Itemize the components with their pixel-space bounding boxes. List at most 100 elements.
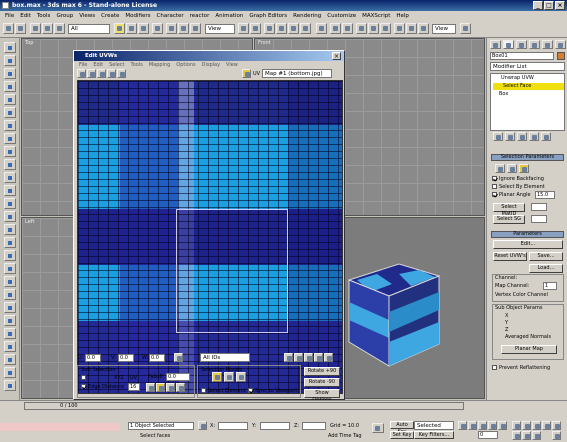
uvw-rotate-icon[interactable] bbox=[87, 69, 96, 78]
tool-icon-25[interactable] bbox=[4, 354, 16, 365]
x-radio[interactable]: X bbox=[505, 313, 508, 319]
window-crossing-icon[interactable] bbox=[152, 23, 163, 34]
motion-tab-icon[interactable] bbox=[529, 40, 540, 49]
maximize-viewport-icon[interactable] bbox=[552, 431, 561, 440]
uvw-ids-dropdown[interactable]: All IDs bbox=[200, 353, 250, 362]
maxscript-listener[interactable] bbox=[0, 423, 120, 431]
falloff-field[interactable]: 0.0 bbox=[166, 373, 190, 381]
pin-stack-icon[interactable] bbox=[493, 132, 503, 141]
tool-icon-13[interactable] bbox=[4, 198, 16, 209]
zoom-all-nav-icon[interactable] bbox=[522, 421, 531, 430]
edit-button[interactable]: Edit... bbox=[493, 240, 563, 249]
undo-icon[interactable] bbox=[3, 23, 14, 34]
edge-distance-checkbox[interactable] bbox=[81, 384, 86, 389]
remove-modifier-icon[interactable] bbox=[529, 132, 539, 141]
tool-icon-27[interactable] bbox=[4, 380, 16, 391]
uvw-zoom-extents-icon[interactable] bbox=[314, 353, 323, 362]
tool-icon-22[interactable] bbox=[4, 315, 16, 326]
tool-icon-1[interactable] bbox=[4, 42, 16, 53]
uvw-menu-options[interactable]: Options bbox=[173, 62, 198, 68]
menu-graph-editors[interactable]: Graph Editors bbox=[246, 13, 290, 19]
x-coord-field[interactable] bbox=[218, 422, 248, 430]
map-channel-radio[interactable]: Map Channel: bbox=[495, 283, 529, 289]
w-field[interactable]: 0.0 bbox=[149, 354, 165, 362]
v-field[interactable]: 0.0 bbox=[118, 354, 134, 362]
redo-icon[interactable] bbox=[15, 23, 26, 34]
box-object[interactable] bbox=[347, 262, 447, 374]
menu-group[interactable]: Group bbox=[53, 13, 76, 19]
key-mode-dropdown[interactable]: Selected bbox=[414, 421, 454, 430]
angle-snap-icon[interactable] bbox=[276, 23, 287, 34]
uvw-close-button[interactable]: × bbox=[332, 52, 341, 60]
render-type-dropdown[interactable]: View bbox=[432, 24, 456, 34]
menu-character[interactable]: Character bbox=[154, 13, 187, 19]
tool-icon-17[interactable] bbox=[4, 250, 16, 261]
planar-map-button[interactable]: Planar Map bbox=[501, 345, 557, 354]
xyz-radio-label[interactable]: XYZ bbox=[114, 375, 124, 381]
planar-angle-checkbox[interactable] bbox=[492, 192, 497, 197]
select-scale-icon[interactable] bbox=[190, 23, 201, 34]
stack-item-select-face[interactable]: Select Face bbox=[493, 83, 564, 90]
falloff-fast-icon[interactable] bbox=[176, 383, 185, 392]
mirror-icon[interactable] bbox=[330, 23, 341, 34]
layer-manager-icon[interactable] bbox=[356, 23, 367, 34]
averaged-normals-radio[interactable]: Averaged Normals bbox=[505, 334, 551, 340]
menu-file[interactable]: File bbox=[2, 13, 17, 19]
stack-item-unwrap-uvw[interactable]: Unwrap UVW bbox=[501, 75, 534, 81]
uvw-mirror-icon[interactable] bbox=[117, 69, 126, 78]
selection-parameters-rollout[interactable]: Selection Parameters bbox=[491, 154, 564, 161]
uvw-menu-edit[interactable]: Edit bbox=[90, 62, 106, 68]
tool-icon-9[interactable] bbox=[4, 146, 16, 157]
vertex-mode-icon[interactable] bbox=[212, 372, 222, 382]
object-name-field[interactable]: Box01 bbox=[490, 52, 554, 60]
vertex-color-radio[interactable]: Vertex Color Channel bbox=[495, 292, 548, 298]
rectangular-selection-icon[interactable] bbox=[138, 23, 149, 34]
menu-create[interactable]: Create bbox=[98, 13, 122, 19]
tool-icon-11[interactable] bbox=[4, 172, 16, 183]
soft-selection-checkbox[interactable] bbox=[81, 375, 86, 380]
select-by-name-icon[interactable] bbox=[126, 23, 137, 34]
load-button[interactable]: Load... bbox=[529, 264, 563, 273]
link-icon[interactable] bbox=[30, 23, 41, 34]
align-icon[interactable] bbox=[342, 23, 353, 34]
current-frame-field[interactable]: 0 bbox=[478, 431, 498, 439]
set-key-button[interactable]: Set Key bbox=[390, 431, 414, 439]
prevent-reflattening-checkbox[interactable] bbox=[492, 365, 497, 370]
tool-icon-16[interactable] bbox=[4, 237, 16, 248]
select-move-icon[interactable] bbox=[166, 23, 177, 34]
sg-field[interactable] bbox=[531, 215, 547, 223]
tool-icon-2[interactable] bbox=[4, 55, 16, 66]
uvw-menu-file[interactable]: File bbox=[76, 62, 90, 68]
unlink-icon[interactable] bbox=[42, 23, 53, 34]
tool-icon-15[interactable] bbox=[4, 224, 16, 235]
key-icon[interactable] bbox=[372, 423, 384, 433]
make-unique-icon[interactable] bbox=[517, 132, 527, 141]
rotate-minus-90-button[interactable]: Rotate -90 bbox=[304, 378, 340, 387]
uvw-menu-display[interactable]: Display bbox=[199, 62, 223, 68]
selection-filter-dropdown[interactable]: All bbox=[68, 24, 110, 34]
uvw-map-dropdown[interactable]: Map #1 (bottom.jpg) bbox=[262, 69, 332, 78]
tool-icon-10[interactable] bbox=[4, 159, 16, 170]
curve-editor-icon[interactable] bbox=[368, 23, 379, 34]
edge-mode-icon[interactable] bbox=[224, 372, 234, 382]
menu-customize[interactable]: Customize bbox=[324, 13, 359, 19]
select-element-checkbox[interactable] bbox=[201, 388, 206, 393]
reference-coord-dropdown[interactable]: View bbox=[205, 24, 235, 34]
select-object-icon[interactable] bbox=[114, 23, 125, 34]
uvw-menu-view[interactable]: View bbox=[223, 62, 241, 68]
tool-icon-3[interactable] bbox=[4, 68, 16, 79]
tool-icon-4[interactable] bbox=[4, 81, 16, 92]
named-selection-icon[interactable] bbox=[316, 23, 327, 34]
tool-icon-14[interactable] bbox=[4, 211, 16, 222]
tool-icon-12[interactable] bbox=[4, 185, 16, 196]
z-coord-field[interactable] bbox=[302, 422, 326, 430]
pivot-center-icon[interactable] bbox=[238, 23, 249, 34]
uvw-scale-icon[interactable] bbox=[97, 69, 106, 78]
tool-icon-6[interactable] bbox=[4, 107, 16, 118]
tool-icon-26[interactable] bbox=[4, 367, 16, 378]
stack-item-box[interactable]: Box bbox=[499, 91, 508, 97]
create-tab-icon[interactable] bbox=[490, 40, 501, 49]
zoom-extents-nav-icon[interactable] bbox=[532, 421, 541, 430]
falloff-smooth-icon[interactable] bbox=[156, 383, 165, 392]
z-radio[interactable]: Z bbox=[505, 327, 508, 333]
